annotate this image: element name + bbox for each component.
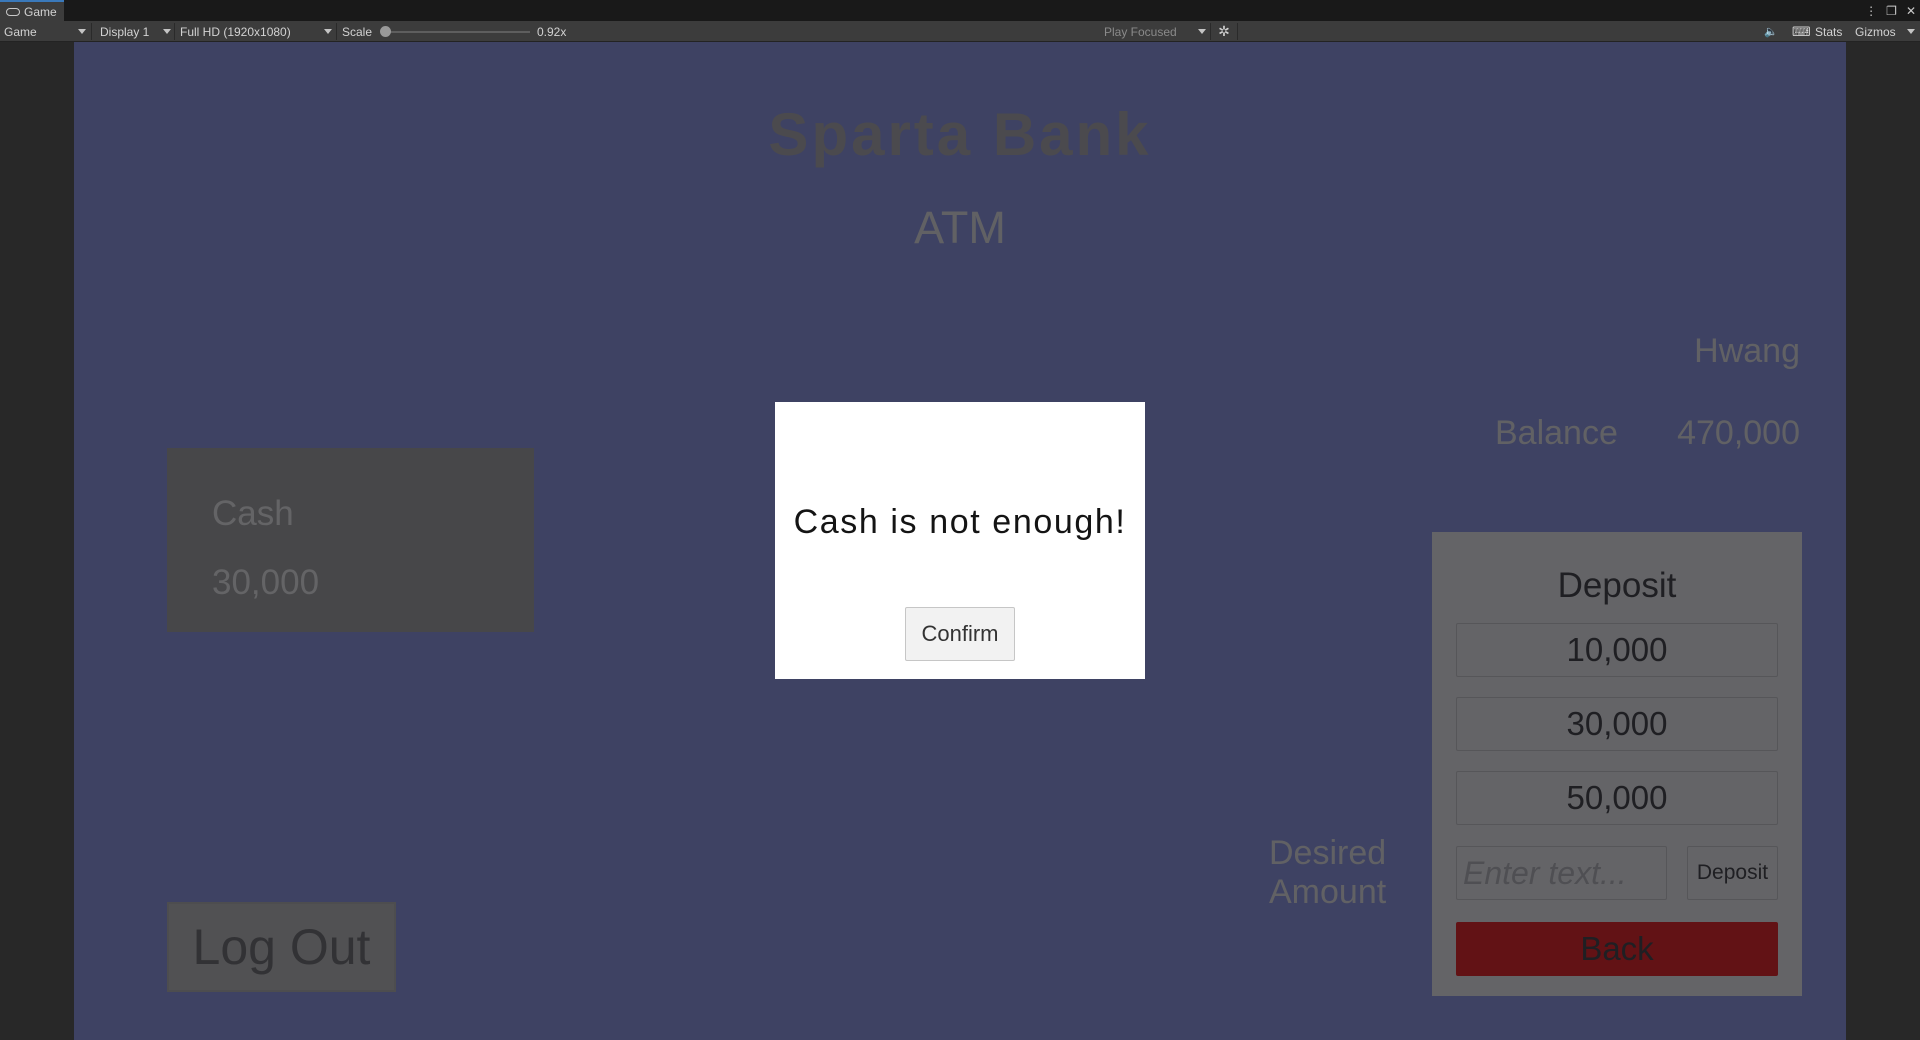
view-mode-label: Game	[4, 24, 37, 39]
more-options-icon[interactable]: ⋮	[1865, 5, 1877, 17]
audio-mute-icon[interactable]: 🔈	[1764, 21, 1778, 42]
letterbox-left	[0, 42, 74, 1040]
scale-label: Scale	[342, 24, 373, 39]
gizmos-dropdown[interactable]: Gizmos	[1855, 21, 1915, 42]
gizmos-label: Gizmos	[1855, 24, 1896, 39]
maximize-icon[interactable]: ❐	[1886, 5, 1897, 17]
resolution-label: Full HD (1920x1080)	[180, 24, 291, 39]
scale-slider-handle[interactable]	[380, 26, 391, 37]
play-mode-dropdown[interactable]: Play Focused	[1104, 21, 1208, 42]
keyboard-icon[interactable]: ⌨	[1792, 21, 1811, 42]
editor-tab-bar: Game ⋮ ❐ ✕	[0, 0, 1920, 21]
toolbar-divider	[174, 23, 175, 40]
letterbox-right	[1846, 42, 1920, 1040]
chevron-down-icon	[1198, 29, 1206, 34]
error-popup: Cash is not enough! Confirm	[775, 402, 1145, 679]
toolbar-divider	[336, 23, 337, 40]
game-tab-label: Game	[24, 4, 57, 19]
play-mode-label: Play Focused	[1104, 24, 1177, 39]
gamepad-icon	[6, 7, 20, 16]
scale-slider-track[interactable]	[385, 31, 530, 33]
display-dropdown[interactable]: Display 1	[100, 21, 172, 42]
chevron-down-icon	[324, 29, 332, 34]
window-controls: ⋮ ❐ ✕	[1865, 0, 1916, 21]
toolbar-divider	[91, 23, 92, 40]
scale-value: 0.92x	[537, 24, 567, 39]
view-mode-dropdown[interactable]: Game	[4, 21, 88, 42]
toolbar-divider	[1210, 23, 1211, 40]
game-viewport: Sparta Bank ATM Hwang Balance 470,000 Ca…	[74, 42, 1846, 1040]
resolution-dropdown[interactable]: Full HD (1920x1080)	[180, 21, 333, 42]
close-icon[interactable]: ✕	[1906, 5, 1916, 17]
chevron-down-icon	[78, 29, 86, 34]
bug-icon[interactable]: ✲	[1216, 21, 1232, 42]
popup-message: Cash is not enough!	[793, 503, 1127, 541]
stats-button[interactable]: Stats	[1815, 21, 1842, 42]
display-label: Display 1	[100, 24, 150, 39]
game-view-toolbar: Game Display 1 Full HD (1920x1080) Scale…	[0, 21, 1920, 42]
chevron-down-icon	[163, 29, 171, 34]
toolbar-divider	[1237, 23, 1238, 40]
confirm-button[interactable]: Confirm	[905, 607, 1015, 661]
chevron-down-icon	[1907, 29, 1915, 34]
game-tab[interactable]: Game	[0, 0, 64, 21]
